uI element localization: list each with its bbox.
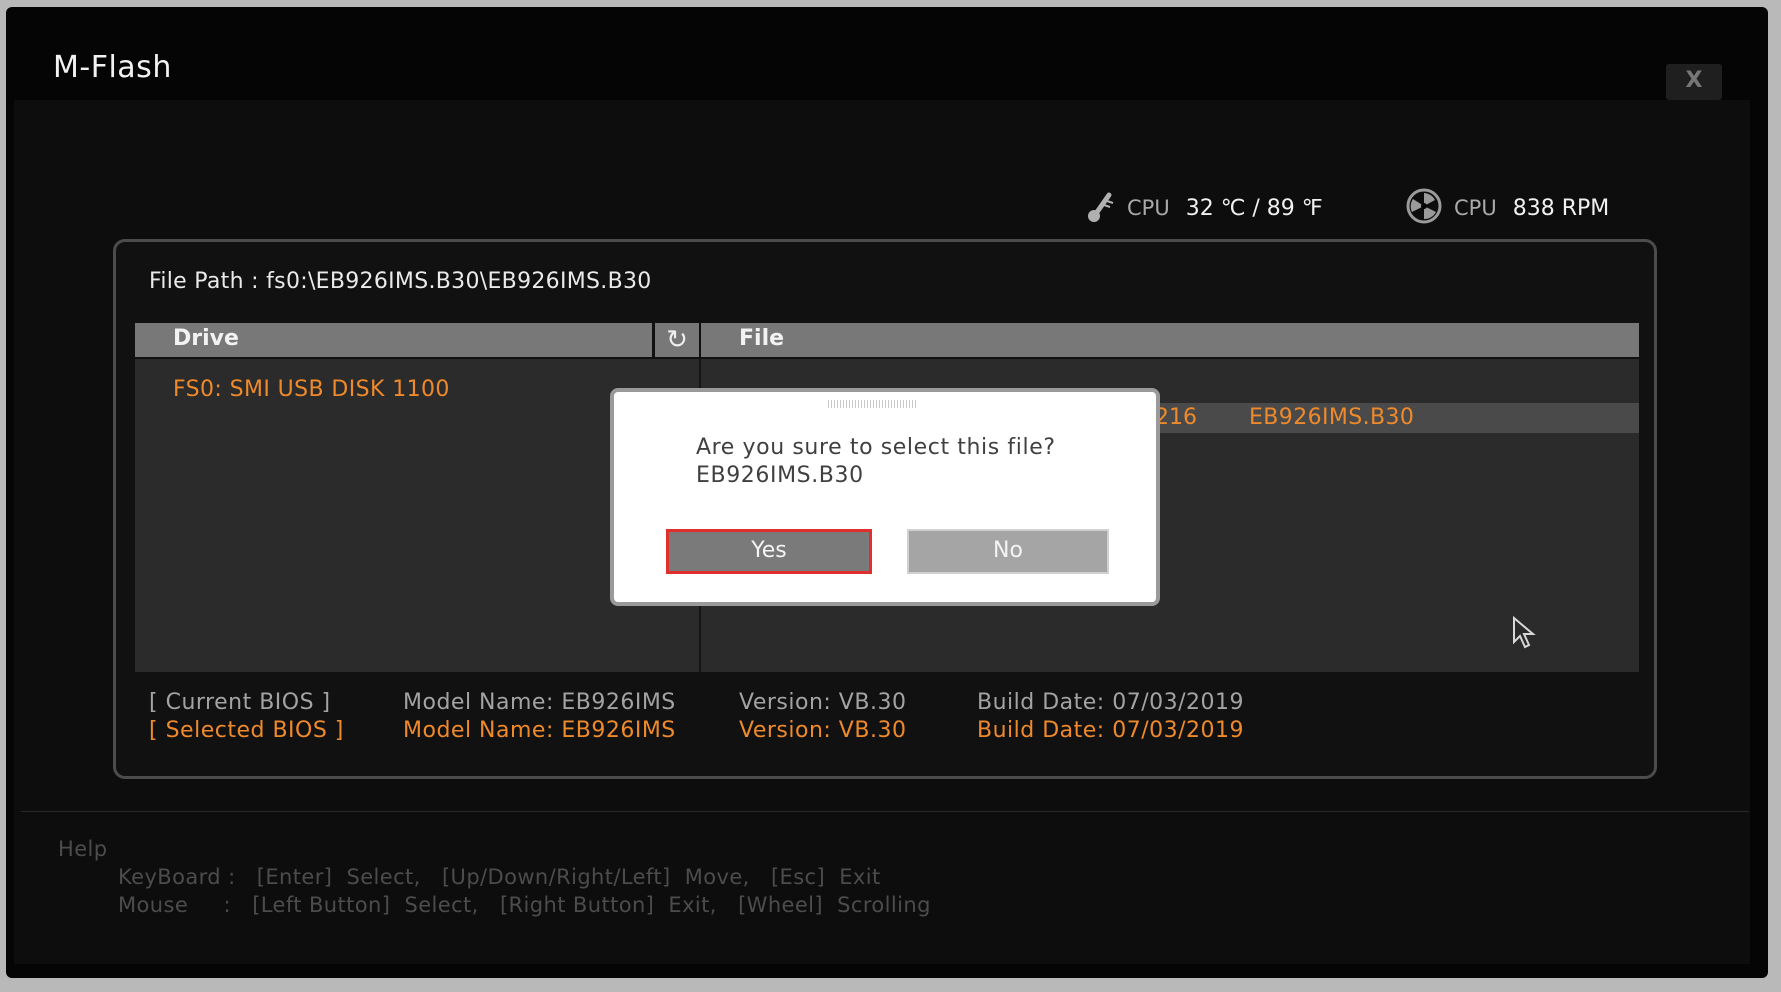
dialog-filename: EB926IMS.B30 [696,463,864,488]
file-column-header: File [701,323,1639,357]
current-version: Version: VB.30 [739,690,907,715]
help-divider [21,811,1749,812]
selected-bios-label: [ Selected BIOS ] [149,718,344,743]
refresh-icon: ↻ [666,325,688,355]
close-button[interactable]: X [1666,64,1722,100]
no-button[interactable]: No [907,529,1109,574]
dialog-question: Are you sure to select this file? [696,435,1056,460]
drive-item[interactable]: FS0: SMI USB DISK 1100 [173,377,450,402]
refresh-button[interactable]: ↻ [655,323,699,357]
file-header-label: File [739,326,785,351]
temp-label: CPU [1127,196,1170,220]
confirm-dialog: Are you sure to select this file? EB926I… [610,388,1160,606]
thermometer-icon [1085,189,1119,227]
selected-version: Version: VB.30 [739,718,907,743]
temp-value: 32 ℃ / 89 ℉ [1185,195,1323,221]
help-mouse: Mouse : [Left Button] Select, [Right But… [118,893,931,917]
help-title: Help [58,837,108,861]
app-title: M-Flash [53,50,172,85]
dialog-drag-handle[interactable] [828,400,916,408]
file-path: File Path : fs0:\EB926IMS.B30\EB926IMS.B… [149,269,652,294]
drive-header-label: Drive [173,326,239,351]
fan-value: 838 RPM [1512,195,1610,221]
current-bios-label: [ Current BIOS ] [149,690,331,715]
current-build-date: Build Date: 07/03/2019 [977,690,1245,715]
cpu-fan-readout: CPU 838 RPM [1402,188,1609,228]
selected-model-name: Model Name: EB926IMS [403,718,676,743]
mouse-pointer-icon [1512,615,1538,654]
current-model-name: Model Name: EB926IMS [403,690,676,715]
cpu-temperature-readout: CPU 32 ℃ / 89 ℉ [1085,188,1323,228]
yes-button[interactable]: Yes [666,529,872,574]
dialog-message: Are you sure to select this file? EB926I… [696,434,1056,490]
fan-label: CPU [1454,196,1497,220]
help-keyboard: KeyBoard : [Enter] Select, [Up/Down/Righ… [118,865,881,889]
file-name: EB926IMS.B30 [1249,405,1415,430]
selected-build-date: Build Date: 07/03/2019 [977,718,1245,743]
drive-column-header: Drive [135,323,652,357]
fan-icon [1402,188,1446,228]
